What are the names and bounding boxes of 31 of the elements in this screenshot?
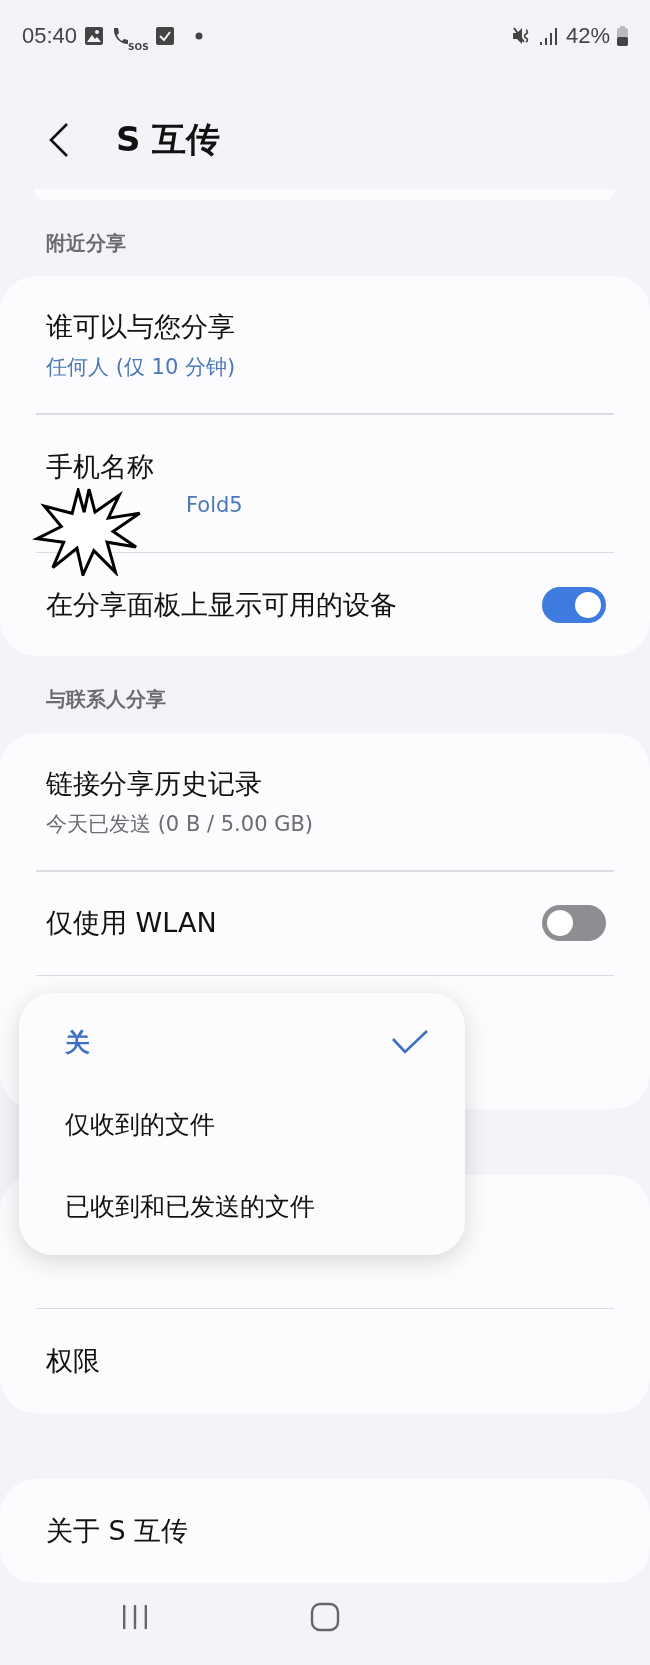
setting-title[interactable]: 仅使用 WLAN bbox=[46, 905, 217, 942]
setting-title[interactable]: 谁可以与您分享 bbox=[46, 308, 236, 345]
setting-value: Fold5 bbox=[185, 493, 243, 518]
battery-icon bbox=[617, 25, 628, 46]
setting-title[interactable]: 关于 S 互传 bbox=[46, 1512, 189, 1549]
battery-percent: 42% bbox=[565, 22, 610, 49]
menu-option[interactable]: 仅收到的文件 bbox=[19, 1083, 465, 1165]
setting-title[interactable]: 在分享面板上显示可用的设备 bbox=[46, 586, 397, 623]
back-icon[interactable] bbox=[48, 122, 70, 159]
toggle-switch[interactable] bbox=[542, 586, 606, 623]
home-icon[interactable] bbox=[310, 1601, 340, 1632]
setting-value: 任何人 (仅 10 分钟) bbox=[46, 353, 236, 381]
image-icon bbox=[84, 25, 105, 46]
signal-icon bbox=[538, 26, 559, 45]
section-label: 附近分享 bbox=[45, 229, 127, 257]
setting-value: 今天已发送 (0 B / 5.00 GB) bbox=[46, 810, 314, 838]
check-icon bbox=[391, 1029, 429, 1055]
setting-title[interactable]: 权限 bbox=[46, 1343, 100, 1380]
toggle-switch[interactable] bbox=[542, 905, 606, 942]
setting-title[interactable]: 链接分享历史记录 bbox=[46, 765, 314, 802]
status-time: 05:40 bbox=[22, 22, 78, 49]
dot-icon bbox=[194, 31, 203, 40]
section-label: 与联系人分享 bbox=[45, 686, 167, 714]
sos-label: SOS bbox=[128, 41, 149, 52]
menu-option[interactable]: 关 bbox=[19, 1001, 465, 1083]
page-title: S 互传 bbox=[116, 118, 221, 162]
menu-option[interactable]: 已收到和已发送的文件 bbox=[19, 1165, 465, 1247]
setting-title[interactable]: 手机名称 bbox=[46, 449, 243, 486]
phone-icon bbox=[111, 25, 130, 46]
recents-icon[interactable] bbox=[120, 1603, 149, 1630]
checkbox-icon bbox=[155, 26, 174, 45]
